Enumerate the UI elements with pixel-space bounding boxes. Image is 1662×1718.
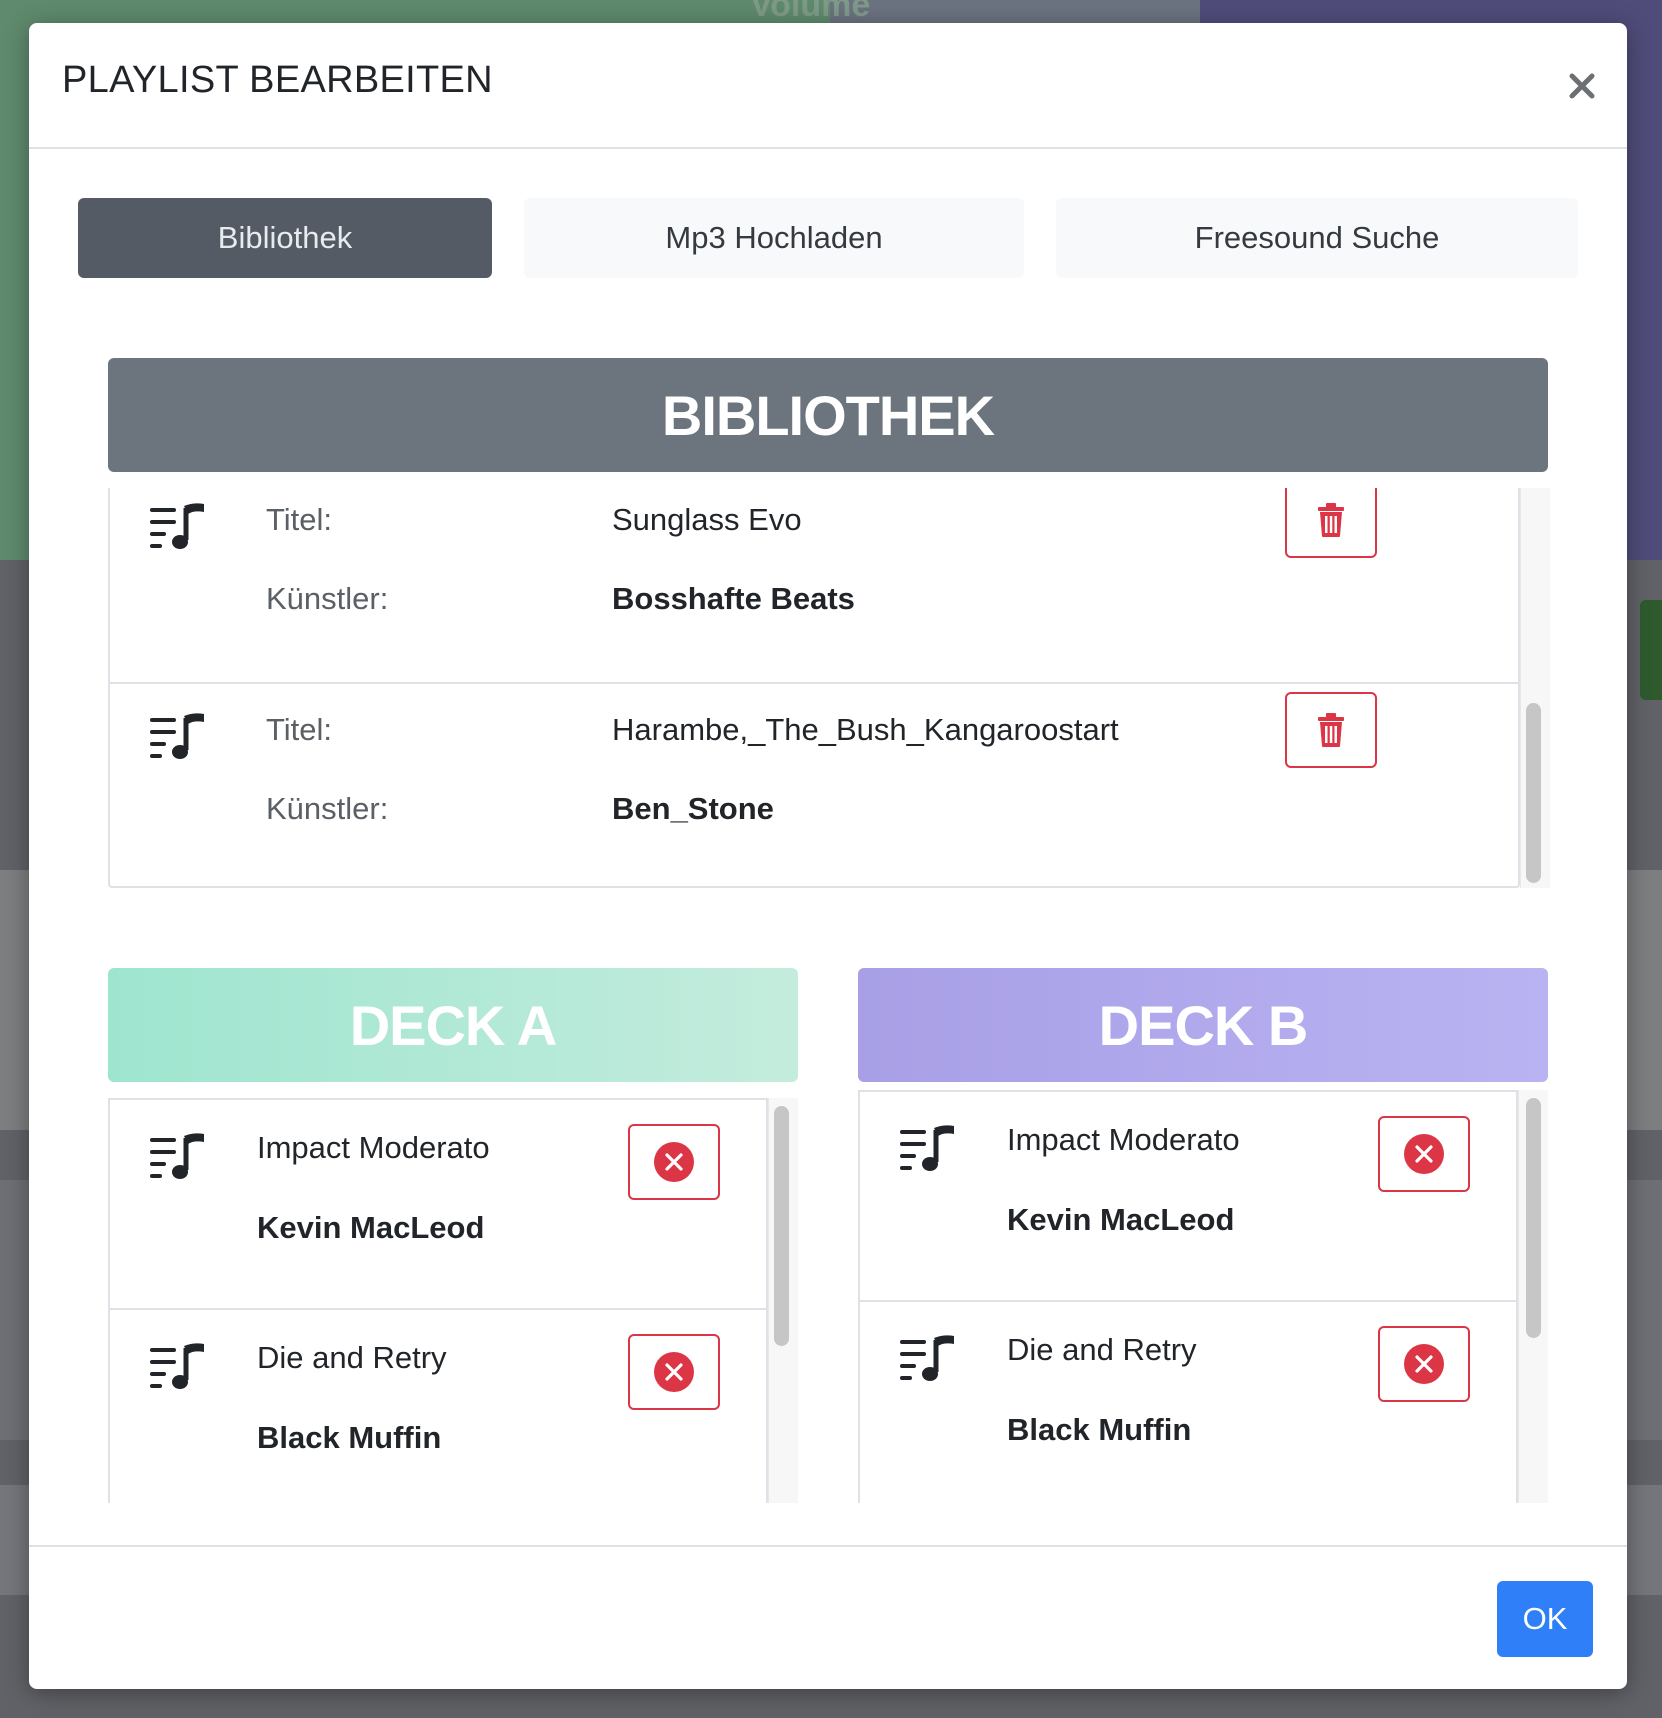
- library-list[interactable]: Titel: Sunglass Evo Künstler: Bosshafte …: [108, 488, 1520, 888]
- backdrop-volume-label: Volume: [750, 0, 871, 24]
- track-artist: Black Muffin: [1007, 1412, 1192, 1447]
- track-title: Impact Moderato: [257, 1130, 490, 1165]
- remove-from-deck-button[interactable]: [1378, 1116, 1470, 1192]
- library-item: Titel: Harambe,_The_Bush_Kangaroostart K…: [110, 684, 1518, 886]
- playlist-music-icon: [900, 1335, 954, 1381]
- playlist-music-icon: [150, 1343, 204, 1389]
- deck-a-item: Die and Retry Black Muffin: [110, 1310, 766, 1503]
- track-title: Impact Moderato: [1007, 1122, 1240, 1157]
- remove-circle-icon: [654, 1352, 694, 1392]
- library-header: BIBLIOTHEK: [108, 358, 1548, 472]
- deck-a-item: Impact Moderato Kevin MacLeod: [110, 1100, 766, 1310]
- track-artist: Ben_Stone: [612, 791, 774, 826]
- deck-a-scrollbar-thumb[interactable]: [774, 1106, 789, 1346]
- track-artist: Bosshafte Beats: [612, 581, 855, 616]
- artist-label: Künstler:: [266, 791, 389, 826]
- title-label: Titel:: [266, 712, 333, 747]
- deck-b-list[interactable]: Impact Moderato Kevin MacLeod Die and Re…: [858, 1090, 1518, 1503]
- remove-from-deck-button[interactable]: [628, 1334, 720, 1410]
- track-title: Sunglass Evo: [612, 502, 802, 537]
- ok-button[interactable]: OK: [1497, 1581, 1593, 1657]
- deck-b-header: DECK B: [858, 968, 1548, 1082]
- deck-b-item: Die and Retry Black Muffin: [860, 1302, 1516, 1503]
- modal-header: PLAYLIST BEARBEITEN: [29, 23, 1627, 149]
- playlist-music-icon: [150, 503, 204, 549]
- trash-icon: [1318, 503, 1344, 537]
- tab-mp3-hochladen[interactable]: Mp3 Hochladen: [524, 198, 1024, 278]
- track-artist: Kevin MacLeod: [257, 1210, 485, 1245]
- library-item: Titel: Sunglass Evo Künstler: Bosshafte …: [110, 488, 1518, 684]
- library-scrollbar-thumb[interactable]: [1526, 703, 1541, 883]
- track-artist: Black Muffin: [257, 1420, 442, 1455]
- backdrop-button: [1640, 600, 1662, 700]
- playlist-music-icon: [150, 713, 204, 759]
- track-title: Die and Retry: [257, 1340, 447, 1375]
- tab-bibliothek[interactable]: Bibliothek: [78, 198, 492, 278]
- track-artist: Kevin MacLeod: [1007, 1202, 1235, 1237]
- artist-label: Künstler:: [266, 581, 389, 616]
- delete-button[interactable]: [1285, 488, 1377, 558]
- close-button[interactable]: [1559, 63, 1605, 109]
- remove-from-deck-button[interactable]: [628, 1124, 720, 1200]
- deck-b-scrollbar-thumb[interactable]: [1526, 1098, 1541, 1338]
- deck-b-item: Impact Moderato Kevin MacLeod: [860, 1092, 1516, 1302]
- playlist-music-icon: [150, 1133, 204, 1179]
- deck-a-header: DECK A: [108, 968, 798, 1082]
- modal-footer: OK: [29, 1545, 1627, 1689]
- playlist-music-icon: [900, 1125, 954, 1171]
- title-label: Titel:: [266, 502, 333, 537]
- edit-playlist-modal: PLAYLIST BEARBEITEN Bibliothek Mp3 Hochl…: [29, 23, 1627, 1689]
- trash-icon: [1318, 713, 1344, 747]
- deck-a-list[interactable]: Impact Moderato Kevin MacLeod Die and Re…: [108, 1098, 768, 1503]
- remove-circle-icon: [1404, 1134, 1444, 1174]
- track-title: Harambe,_The_Bush_Kangaroostart: [612, 712, 1119, 747]
- tab-freesound-suche[interactable]: Freesound Suche: [1056, 198, 1578, 278]
- remove-circle-icon: [1404, 1344, 1444, 1384]
- remove-circle-icon: [654, 1142, 694, 1182]
- delete-button[interactable]: [1285, 692, 1377, 768]
- modal-title: PLAYLIST BEARBEITEN: [62, 59, 493, 101]
- track-title: Die and Retry: [1007, 1332, 1197, 1367]
- tab-bar: Bibliothek Mp3 Hochladen Freesound Suche: [29, 198, 1627, 278]
- remove-from-deck-button[interactable]: [1378, 1326, 1470, 1402]
- close-icon: [1569, 73, 1595, 99]
